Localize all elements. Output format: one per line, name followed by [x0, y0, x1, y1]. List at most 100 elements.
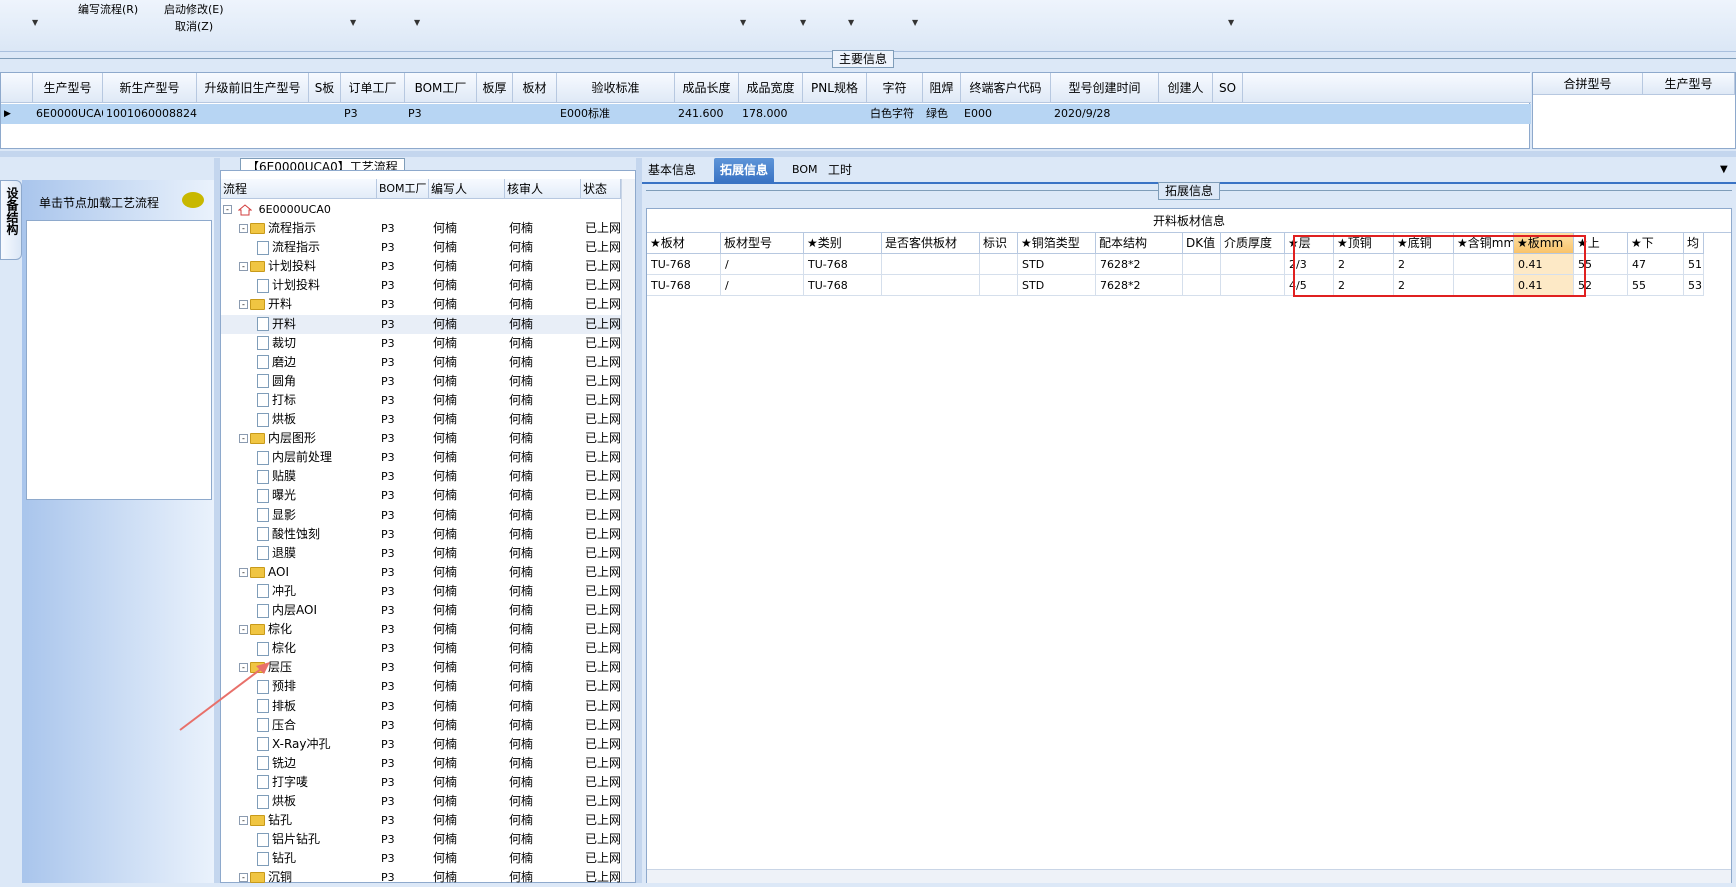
column-header[interactable]: PNL规格 [803, 73, 867, 103]
table-cell[interactable] [1183, 275, 1221, 296]
tree-node[interactable]: 计划投料 [257, 276, 320, 295]
tree-node[interactable]: - 钻孔 [239, 811, 292, 830]
column-header[interactable]: 成品长度 [675, 73, 739, 103]
column-header[interactable]: DK值 [1183, 233, 1221, 254]
column-header[interactable]: 板厚 [477, 73, 513, 103]
table-cell[interactable]: TU-768 [804, 275, 882, 296]
column-header[interactable]: 新生产型号 [103, 73, 197, 103]
column-header[interactable]: 编写人 [429, 179, 505, 199]
vertical-tab-equipment[interactable]: 设备结构 [0, 180, 22, 260]
column-header[interactable]: 阻焊 [923, 73, 961, 103]
dropdown-arrow-icon[interactable]: ▼ [848, 18, 854, 27]
tree-row[interactable]: 内层AOI P3 何楠 何楠 已上网 [221, 601, 621, 620]
tree-node[interactable]: 铝片钻孔 [257, 830, 320, 849]
collapse-icon[interactable]: - [239, 262, 248, 272]
column-header[interactable]: ★类别 [804, 233, 882, 254]
tree-row[interactable]: - 开料 P3 何楠 何楠 已上网 [221, 295, 621, 314]
horizontal-splitter[interactable] [0, 151, 1736, 157]
column-header[interactable]: 核审人 [505, 179, 581, 199]
tree-row[interactable]: - 钻孔 P3 何楠 何楠 已上网 [221, 811, 621, 830]
tree-row[interactable]: - 流程指示 P3 何楠 何楠 已上网 [221, 219, 621, 238]
column-header[interactable]: BOM工厂 [405, 73, 477, 103]
collapse-icon[interactable]: - [239, 567, 248, 577]
tree-row[interactable]: X-Ray冲孔 P3 何楠 何楠 已上网 [221, 735, 621, 754]
tree-row[interactable]: 预排 P3 何楠 何楠 已上网 [221, 677, 621, 696]
table-cell[interactable]: TU-768 [804, 254, 882, 275]
tree-node[interactable]: - 流程指示 [239, 219, 316, 238]
tree-node[interactable]: 圆角 [257, 372, 296, 391]
row-selector-icon[interactable]: ▶ [1, 104, 33, 124]
table-cell[interactable]: TU-768 [647, 275, 721, 296]
tree-row[interactable]: - 内层图形 P3 何楠 何楠 已上网 [221, 429, 621, 448]
column-header[interactable]: 状态 [581, 179, 621, 199]
cell-width[interactable]: 178.000 [739, 104, 803, 124]
tree-node[interactable]: - 开料 [239, 295, 292, 314]
cell-model[interactable]: 6E0000UCA0 [33, 104, 103, 124]
collapse-icon[interactable]: - [223, 205, 232, 214]
menu-cancel[interactable]: 取消(Z) [175, 18, 213, 34]
tree-scrollbar[interactable] [621, 179, 635, 882]
tree-node[interactable]: - 棕化 [239, 620, 292, 639]
table-cell[interactable] [1221, 254, 1285, 275]
cell-character[interactable]: 白色字符 [867, 104, 923, 124]
tab-bom[interactable]: BOM [786, 158, 824, 182]
column-header[interactable]: BOM工厂 [377, 179, 429, 199]
table-cell[interactable]: 55 [1628, 275, 1684, 296]
column-header[interactable]: ★铜箔类型 [1018, 233, 1096, 254]
tree-row[interactable]: 铝片钻孔 P3 何楠 何楠 已上网 [221, 830, 621, 849]
tree-node[interactable]: - 沉铜 [239, 868, 292, 887]
column-header[interactable]: 是否客供板材 [882, 233, 980, 254]
table-cell[interactable] [882, 254, 980, 275]
table-cell[interactable]: 7628*2 [1096, 275, 1183, 296]
tree-row[interactable]: 烘板 P3 何楠 何楠 已上网 [221, 792, 621, 811]
tree-row[interactable]: 打字唛 P3 何楠 何楠 已上网 [221, 773, 621, 792]
table-cell[interactable] [1183, 254, 1221, 275]
tree-row[interactable]: 打标 P3 何楠 何楠 已上网 [221, 391, 621, 410]
tree-row[interactable]: 裁切 P3 何楠 何楠 已上网 [221, 334, 621, 353]
horizontal-scrollbar[interactable] [647, 869, 1731, 883]
column-header[interactable]: 介质厚度 [1221, 233, 1285, 254]
tree-root[interactable]: - 6E0000UCA0 [223, 200, 331, 219]
column-header[interactable]: SO [1213, 73, 1243, 103]
tree-node[interactable]: 烘板 [257, 792, 296, 811]
tree-row[interactable]: 显影 P3 何楠 何楠 已上网 [221, 506, 621, 525]
tree-row[interactable]: - 沉铜 P3 何楠 何楠 已上网 [221, 868, 621, 887]
tree-row[interactable]: 圆角 P3 何楠 何楠 已上网 [221, 372, 621, 391]
column-header[interactable]: 合拼型号 [1533, 73, 1643, 95]
tree-node[interactable]: 酸性蚀刻 [257, 525, 320, 544]
tree-row[interactable]: 磨边 P3 何楠 何楠 已上网 [221, 353, 621, 372]
column-header[interactable]: 验收标准 [557, 73, 675, 103]
column-header[interactable]: 字符 [867, 73, 923, 103]
table-cell[interactable]: STD [1018, 254, 1096, 275]
collapse-icon[interactable]: - [239, 434, 248, 444]
cell-length[interactable]: 241.600 [675, 104, 739, 124]
table-cell[interactable] [980, 275, 1018, 296]
tree-node[interactable]: 贴膜 [257, 467, 296, 486]
tree-node[interactable]: 打标 [257, 391, 296, 410]
tab-work-hours[interactable]: 工时 [822, 158, 858, 182]
cell-order-factory[interactable]: P3 [341, 104, 405, 124]
tree-row[interactable]: 曝光 P3 何楠 何楠 已上网 [221, 486, 621, 505]
tree-node[interactable]: 棕化 [257, 639, 296, 658]
tree-row[interactable]: 贴膜 P3 何楠 何楠 已上网 [221, 467, 621, 486]
tree-row[interactable]: 计划投料 P3 何楠 何楠 已上网 [221, 276, 621, 295]
tree-row[interactable]: 铣边 P3 何楠 何楠 已上网 [221, 754, 621, 773]
tree-row[interactable]: 压合 P3 何楠 何楠 已上网 [221, 716, 621, 735]
column-header[interactable]: 成品宽度 [739, 73, 803, 103]
tree-row[interactable]: 冲孔 P3 何楠 何楠 已上网 [221, 582, 621, 601]
tree-row[interactable]: 流程指示 P3 何楠 何楠 已上网 [221, 238, 621, 257]
tree-row[interactable]: 开料 P3 何楠 何楠 已上网 [221, 314, 621, 334]
tree-row[interactable]: - 棕化 P3 何楠 何楠 已上网 [221, 620, 621, 639]
collapse-icon[interactable]: - [239, 224, 248, 233]
equipment-tree[interactable] [26, 220, 212, 500]
dropdown-arrow-icon[interactable]: ▼ [32, 18, 38, 27]
tree-row[interactable]: 退膜 P3 何楠 何楠 已上网 [221, 544, 621, 563]
column-header[interactable]: 订单工厂 [341, 73, 405, 103]
column-header[interactable]: ★下 [1628, 233, 1684, 254]
tree-node[interactable]: 磨边 [257, 353, 296, 372]
tree-node[interactable]: 退膜 [257, 544, 296, 563]
tree-row[interactable]: - AOI P3 何楠 何楠 已上网 [221, 563, 621, 582]
table-cell[interactable]: / [721, 275, 804, 296]
menu-start-modify[interactable]: 启动修改(E) [164, 1, 224, 17]
table-cell[interactable] [980, 254, 1018, 275]
